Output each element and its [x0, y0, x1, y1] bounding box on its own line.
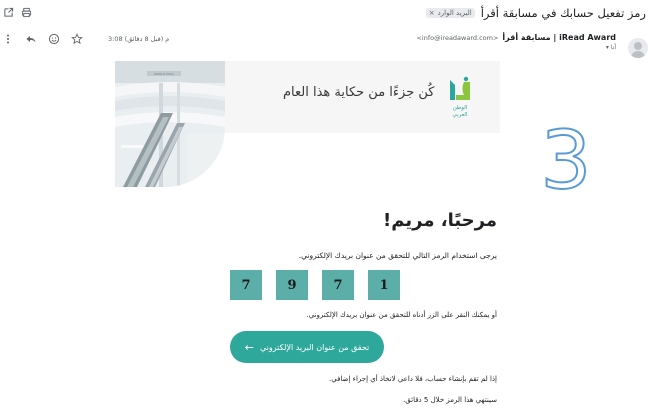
emoji-icon[interactable]	[48, 33, 60, 45]
annotation-number-three: 3	[540, 118, 593, 198]
greeting-heading: مرحبًا، مريم!	[383, 210, 497, 231]
label-chip-text: البريد الوارد	[437, 9, 472, 17]
message-actions: 3:08 م (قبل 8 دقائق)	[2, 33, 169, 45]
code-digit: 1	[368, 270, 400, 300]
print-icon[interactable]	[20, 6, 32, 18]
logo-sub-text-2: العربي	[452, 112, 467, 118]
label-chip[interactable]: البريد الوارد ×	[425, 8, 475, 18]
iread-logo: الوطن العربي	[442, 76, 478, 122]
arrow-left-icon: ←	[244, 340, 254, 354]
sender-avatar	[628, 38, 648, 58]
verify-email-button[interactable]: تحقق من عنوان البريد الإلكتروني ←	[230, 331, 384, 363]
label-chip-close-icon[interactable]: ×	[429, 9, 435, 17]
verification-code: 7 9 7 1	[230, 270, 400, 300]
more-vert-icon[interactable]	[2, 33, 14, 45]
sender-name[interactable]: iRead Award | مسابقة أقرأ	[502, 33, 616, 42]
code-digit: 7	[322, 270, 354, 300]
recipient-dropdown[interactable]: أنا ▾	[606, 44, 616, 51]
banner-tagline: كُن جزءًا من حكاية هذا العام	[283, 85, 435, 100]
logo-sub-text-1: الوطن	[453, 105, 468, 111]
star-icon[interactable]	[71, 33, 83, 45]
verify-button-label: تحقق من عنوان البريد الإلكتروني	[260, 342, 370, 352]
subject-row: رمز تفعيل حسابك في مسابقة أقرأ البريد ال…	[425, 6, 646, 20]
button-instruction: أو يمكنك النقر على الزر أدناه للتحقق من …	[306, 311, 497, 319]
no-action-note: إذا لم تقم بإنشاء حساب، فلا داعي لاتخاذ …	[329, 375, 497, 383]
mall-sign-text: WORLD MALL	[154, 72, 175, 76]
code-digit: 9	[276, 270, 308, 300]
reply-icon[interactable]	[25, 33, 37, 45]
expiry-note: سينتهي هذا الرمز خلال 5 دقائق.	[403, 396, 497, 404]
sender-email: <info@ireadaward.com>	[416, 34, 499, 42]
code-digit: 7	[230, 270, 262, 300]
top-toolbar	[2, 6, 32, 18]
mall-photo: WORLD MALL	[115, 61, 225, 187]
open-in-new-window-icon[interactable]	[2, 6, 14, 18]
sender-row: iRead Award | مسابقة أقرأ <info@ireadawa…	[416, 33, 616, 42]
svg-text:3: 3	[541, 118, 592, 198]
email-timestamp: 3:08 م (قبل 8 دقائق)	[108, 35, 170, 43]
code-instruction: يرجى استخدام الرمز التالي للتحقق من عنوا…	[298, 251, 497, 260]
email-subject: رمز تفعيل حسابك في مسابقة أقرأ	[480, 6, 646, 20]
